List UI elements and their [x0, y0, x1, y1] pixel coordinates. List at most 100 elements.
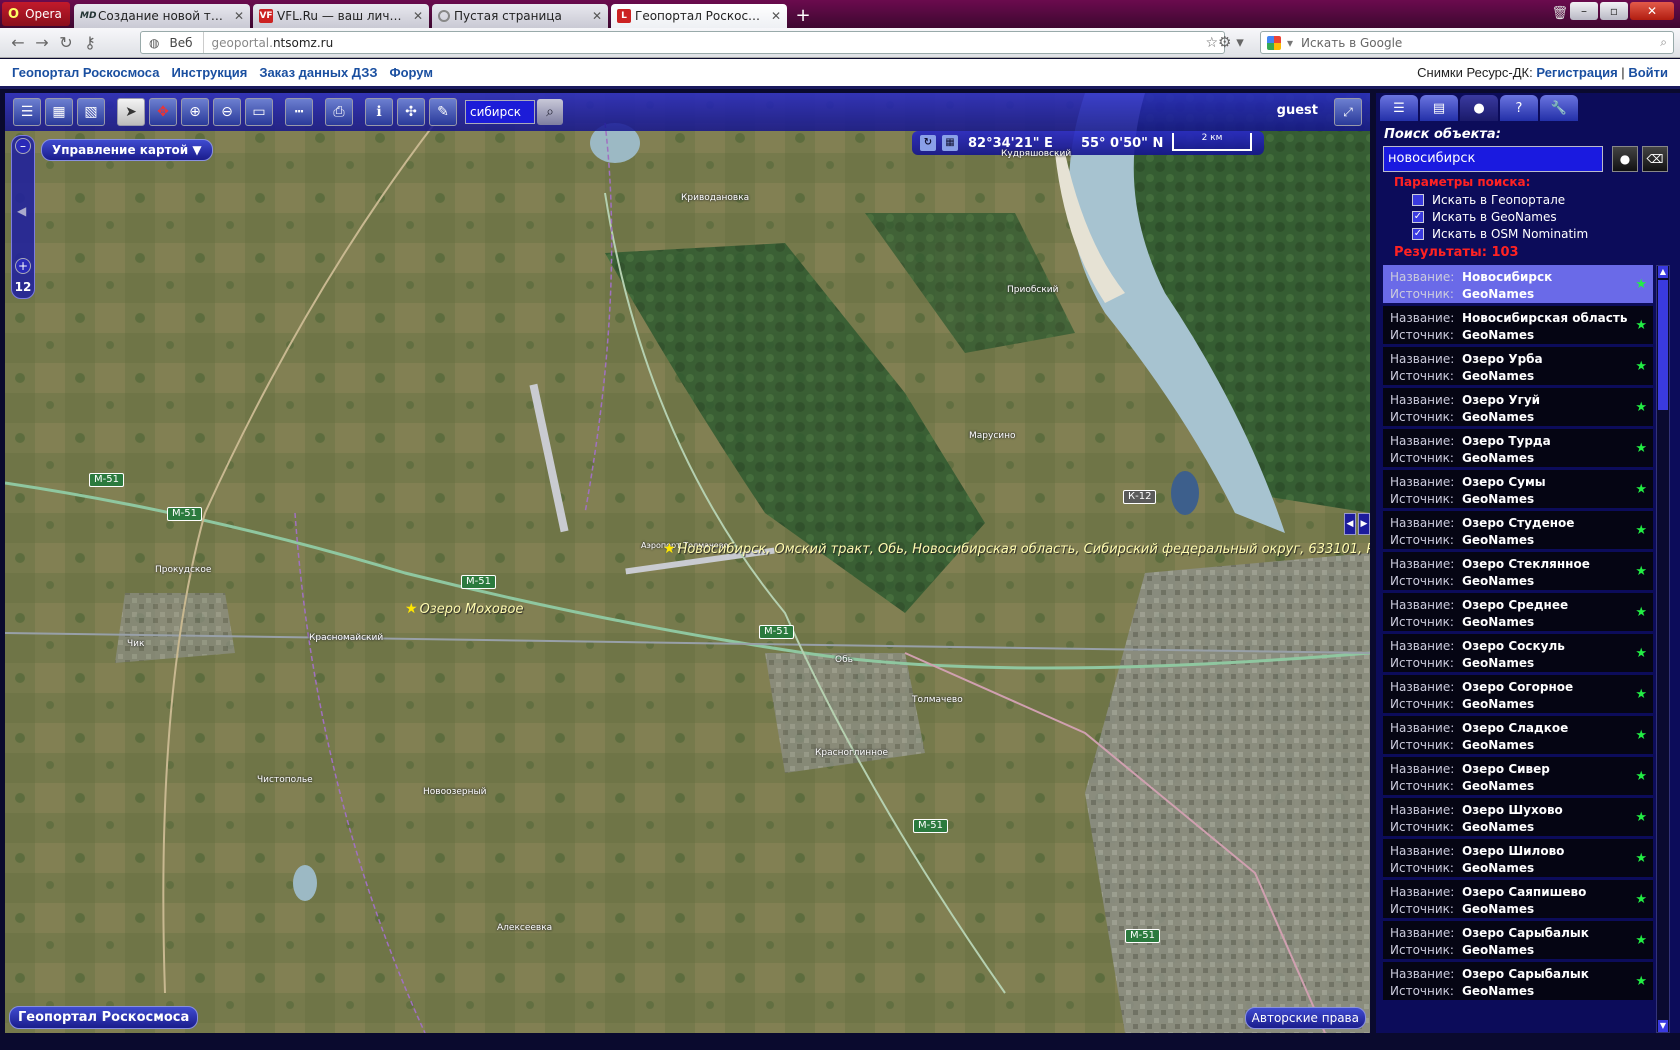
- overlay-icon[interactable]: ▧: [77, 98, 105, 126]
- scroll-down-icon[interactable]: ▼: [1658, 1020, 1668, 1032]
- result-item[interactable]: Название: Озеро Сладкое Источник: GeoNames ★: [1383, 716, 1653, 757]
- copyright-button[interactable]: Авторские права: [1244, 1007, 1366, 1029]
- opera-menu-button[interactable]: O Opera: [2, 2, 70, 26]
- fullscreen-icon[interactable]: ⤢: [1334, 98, 1362, 126]
- zoom-in-button[interactable]: +: [15, 258, 31, 274]
- tab-md-forum[interactable]: MDСоздание новой темы...✕: [74, 4, 250, 28]
- pointer-icon[interactable]: ➤: [117, 98, 145, 126]
- key-icon[interactable]: ⚷: [78, 33, 102, 52]
- layers-icon[interactable]: ☰: [13, 98, 41, 126]
- star-icon[interactable]: ★: [1635, 482, 1647, 497]
- forward-arrow-icon[interactable]: →: [30, 33, 54, 52]
- nav-link-order-data[interactable]: Заказ данных ДЗЗ: [259, 65, 377, 80]
- trash-icon[interactable]: 🗑: [1551, 6, 1568, 21]
- reload-icon[interactable]: ↻: [54, 33, 78, 52]
- star-icon[interactable]: ★: [1635, 769, 1647, 784]
- result-item[interactable]: Название: Озеро Угуй Источник: GeoNames ★: [1383, 388, 1653, 429]
- result-item[interactable]: Название: Озеро Шилово Источник: GeoNames ★: [1383, 839, 1653, 880]
- result-item[interactable]: Название: Озеро Сарыбалык Источник: GeoName…: [1383, 962, 1653, 1003]
- address-field[interactable]: ◍ Веб geoportal.ntsomz.ru ☆: [140, 31, 1225, 54]
- star-icon[interactable]: ★: [1635, 646, 1647, 661]
- zoom-out-button[interactable]: –: [15, 138, 31, 154]
- search-submit-button[interactable]: ●: [1612, 146, 1638, 172]
- map-search-button[interactable]: ⌕: [537, 99, 563, 125]
- search-result-marker[interactable]: ★ Новосибирск, Омский тракт, Обь, Новосиб…: [663, 541, 1370, 557]
- map-type-icon[interactable]: ▦: [45, 98, 73, 126]
- results-list[interactable]: Название: Новосибирск Источник: GeoNames ★ На…: [1383, 265, 1653, 1033]
- tab-tools[interactable]: 🔧: [1540, 95, 1578, 121]
- chevron-left-icon[interactable]: ◀: [1344, 513, 1356, 535]
- zoom-in-icon[interactable]: ⊕: [181, 98, 209, 126]
- info-icon[interactable]: ℹ: [365, 98, 393, 126]
- zoom-out-icon[interactable]: ⊖: [213, 98, 241, 126]
- google-search-field[interactable]: ▾ Искать в Google ⌕: [1260, 31, 1674, 54]
- option-geonames[interactable]: ✓ Искать в GeoNames: [1412, 210, 1557, 224]
- extent-icon[interactable]: ▭: [245, 98, 273, 126]
- close-tab-icon[interactable]: ✕: [234, 9, 244, 23]
- result-item[interactable]: Название: Озеро Стеклянное Источник: GeoNam…: [1383, 552, 1653, 593]
- search-icon[interactable]: ⌕: [1660, 35, 1667, 50]
- map-search-input[interactable]: сибирск: [465, 100, 535, 124]
- result-item[interactable]: Название: Озеро Среднее Источник: GeoNames ★: [1383, 593, 1653, 634]
- checkbox[interactable]: ✓: [1412, 211, 1424, 223]
- login-link[interactable]: Войти: [1628, 65, 1668, 80]
- result-item[interactable]: Название: Озеро Саяпишево Источник: GeoName…: [1383, 880, 1653, 921]
- star-icon[interactable]: ★: [1635, 851, 1647, 866]
- nav-link-instructions[interactable]: Инструкция: [171, 65, 247, 80]
- checkbox[interactable]: [1412, 194, 1424, 206]
- map-control-menu[interactable]: Управление картой ▼: [41, 139, 213, 161]
- maximize-button[interactable]: ▫: [1600, 2, 1628, 20]
- result-item[interactable]: Название: Озеро Согорное Источник: GeoNames…: [1383, 675, 1653, 716]
- pan-icon[interactable]: ✥: [149, 98, 177, 126]
- grid-icon[interactable]: ▦: [942, 135, 958, 151]
- close-window-button[interactable]: ✕: [1630, 2, 1674, 20]
- result-item[interactable]: Название: Озеро Сарыбалык Источник: GeoName…: [1383, 921, 1653, 962]
- minimize-button[interactable]: –: [1570, 2, 1598, 20]
- tab-vfl[interactable]: VF VFL.Ru — ваш личны... ✕: [253, 4, 429, 28]
- scroll-up-icon[interactable]: ▲: [1658, 266, 1668, 278]
- tab-layers[interactable]: ☰: [1380, 95, 1418, 121]
- option-geoportal[interactable]: Искать в Геопортале: [1412, 193, 1565, 207]
- bookmark-star-icon[interactable]: ☆: [1205, 35, 1218, 51]
- star-icon[interactable]: ★: [1635, 564, 1647, 579]
- geoportal-logo-button[interactable]: Геопортал Роскосмоса: [9, 1006, 199, 1029]
- scroll-thumb[interactable]: [1658, 280, 1668, 410]
- back-arrow-icon[interactable]: ←: [6, 33, 30, 52]
- map-viewport[interactable]: ☰ ▦ ▧ ➤ ✥ ⊕ ⊖ ▭ ┅ ⎙ ℹ ✣ ✎ сибирск ⌕ gues…: [5, 93, 1370, 1033]
- chevron-down-icon[interactable]: ▾: [1287, 36, 1293, 50]
- star-icon[interactable]: ★: [1635, 277, 1647, 292]
- star-icon[interactable]: ★: [1635, 400, 1647, 415]
- star-icon[interactable]: ★: [1635, 441, 1647, 456]
- star-icon[interactable]: ★: [1635, 892, 1647, 907]
- star-icon[interactable]: ★: [1635, 605, 1647, 620]
- nav-link-geoportal[interactable]: Геопортал Роскосмоса: [12, 65, 159, 80]
- results-scrollbar[interactable]: ▲ ▼: [1656, 265, 1670, 1033]
- close-tab-icon[interactable]: ✕: [771, 9, 781, 23]
- result-item[interactable]: Название: Озеро Соскуль Источник: GeoNames ★: [1383, 634, 1653, 675]
- star-icon[interactable]: ★: [1635, 728, 1647, 743]
- star-icon[interactable]: ★: [1635, 687, 1647, 702]
- close-tab-icon[interactable]: ✕: [413, 9, 423, 23]
- extension-icon[interactable]: ⚙ ▾: [1218, 33, 1244, 51]
- result-item[interactable]: Название: Озеро Турда Источник: GeoNames ★: [1383, 429, 1653, 470]
- tab-help[interactable]: ?: [1500, 95, 1538, 121]
- zoom-slider[interactable]: – ◀ + 12: [11, 135, 35, 299]
- tab-list[interactable]: ▤: [1420, 95, 1458, 121]
- clear-button[interactable]: ⌫: [1642, 146, 1668, 172]
- close-tab-icon[interactable]: ✕: [592, 9, 602, 23]
- refresh-icon[interactable]: ↻: [920, 135, 936, 151]
- star-icon[interactable]: ★: [1635, 933, 1647, 948]
- panel-toggle[interactable]: ◀ ▶: [1344, 513, 1370, 535]
- object-search-input[interactable]: новосибирск: [1383, 146, 1603, 172]
- star-icon[interactable]: ★: [1635, 523, 1647, 538]
- new-tab-button[interactable]: +: [792, 6, 814, 28]
- option-osm[interactable]: ✓ Искать в OSM Nominatim: [1412, 227, 1588, 241]
- result-item[interactable]: Название: Озеро Шухово Источник: GeoNames ★: [1383, 798, 1653, 839]
- star-icon[interactable]: ★: [1635, 810, 1647, 825]
- tab-search[interactable]: ●: [1460, 95, 1498, 121]
- star-icon[interactable]: ★: [1635, 359, 1647, 374]
- result-item[interactable]: Название: Озеро Сивер Источник: GeoNames ★: [1383, 757, 1653, 798]
- edit-icon[interactable]: ✎: [429, 98, 457, 126]
- tab-blank[interactable]: Пустая страница ✕: [432, 4, 608, 28]
- puzzle-icon[interactable]: ✣: [397, 98, 425, 126]
